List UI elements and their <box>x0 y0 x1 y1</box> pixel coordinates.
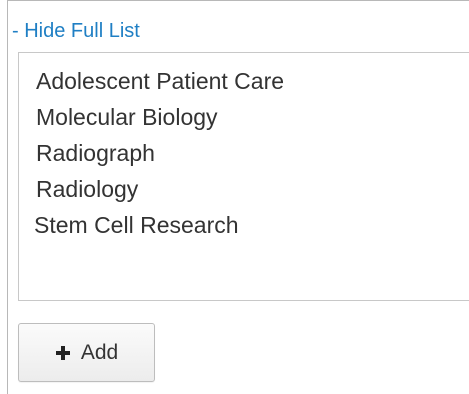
list-item[interactable]: Radiograph <box>19 135 469 171</box>
list-item[interactable]: Radiology <box>19 171 469 207</box>
hide-full-list-link[interactable]: - Hide Full List <box>12 18 140 44</box>
add-button-label: Add <box>80 340 119 364</box>
add-button[interactable]: Add <box>18 323 155 382</box>
list-item[interactable]: Stem Cell Research <box>19 207 469 243</box>
list-item[interactable]: Molecular Biology <box>19 99 469 135</box>
selection-listbox[interactable]: Adolescent Patient Care Molecular Biolog… <box>18 52 469 301</box>
item-list: Adolescent Patient Care Molecular Biolog… <box>19 53 469 243</box>
plus-icon <box>55 345 71 361</box>
list-item[interactable]: Adolescent Patient Care <box>19 63 469 99</box>
